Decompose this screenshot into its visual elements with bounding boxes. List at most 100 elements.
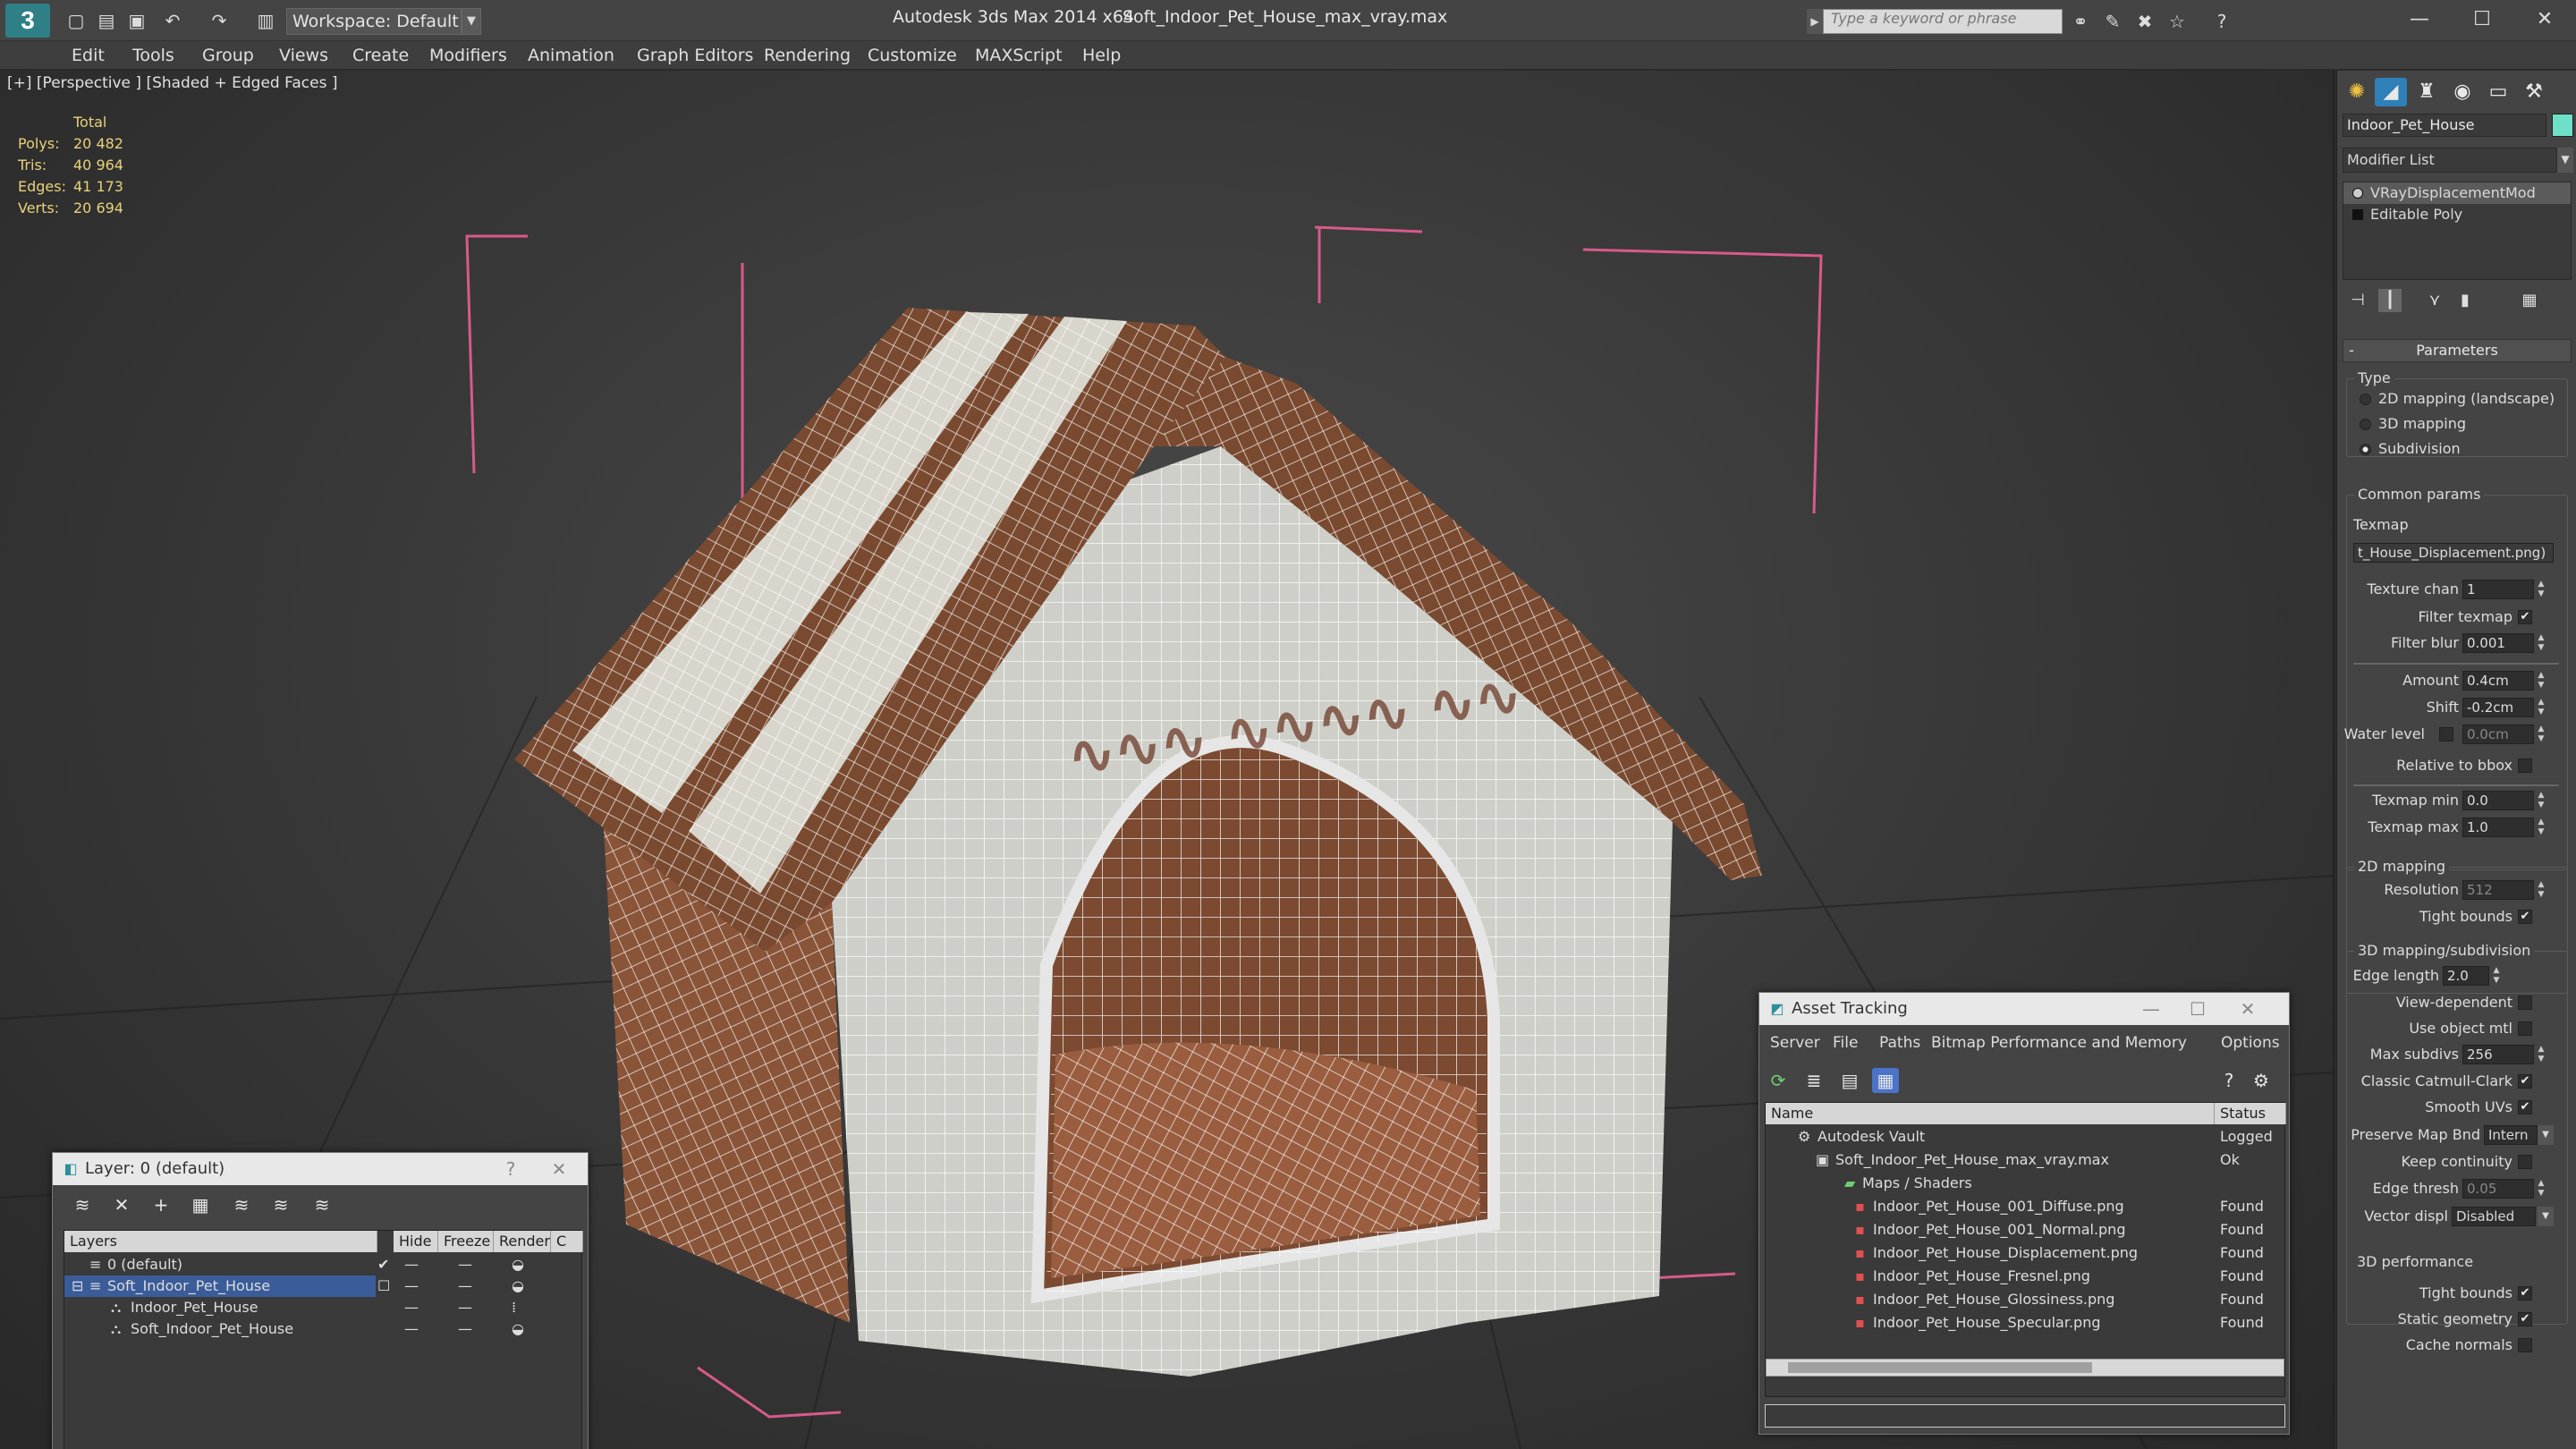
- chevron-down-icon[interactable]: ▼: [2538, 1125, 2554, 1145]
- asset-path-field[interactable]: [1765, 1404, 2285, 1428]
- create-layer-icon[interactable]: ≋: [69, 1192, 96, 1217]
- table-row[interactable]: ⛬ Soft_Indoor_Pet_House — — ◒: [64, 1318, 583, 1340]
- hide-toggle[interactable]: —: [404, 1275, 419, 1297]
- column-freeze[interactable]: Freeze: [438, 1231, 494, 1252]
- binoculars-icon[interactable]: ⚭: [2068, 9, 2093, 34]
- chevron-down-icon[interactable]: ▼: [462, 8, 481, 35]
- save-file-icon[interactable]: ▣: [125, 9, 148, 32]
- table-row[interactable]: ▪ Indoor_Pet_House_001_Diffuse.png Found: [1766, 1196, 2286, 1217]
- hide-toggle[interactable]: —: [404, 1318, 419, 1340]
- use-object-mtl-checkbox[interactable]: [2518, 1021, 2532, 1036]
- checkmark-icon[interactable]: ✔: [377, 1254, 389, 1275]
- menu-views[interactable]: Views: [279, 43, 328, 68]
- workspace-dropdown[interactable]: Workspace: Default: [286, 8, 462, 35]
- refresh-icon[interactable]: ⟳: [1765, 1068, 1792, 1093]
- menu-rendering[interactable]: Rendering: [764, 43, 851, 68]
- make-unique-icon[interactable]: ⋎: [2423, 289, 2446, 312]
- freeze-all-icon[interactable]: ≋: [309, 1192, 335, 1217]
- table-row[interactable]: ▪ Indoor_Pet_House_Glossiness.png Found: [1766, 1289, 2286, 1310]
- table-row[interactable]: ⊟ ≡ Soft_Indoor_Pet_House: [64, 1275, 376, 1297]
- stack-item-vray-displacement[interactable]: VRayDisplacementMod: [2343, 182, 2571, 204]
- cache-normals-checkbox[interactable]: [2518, 1338, 2532, 1352]
- hide-all-icon[interactable]: ≋: [267, 1192, 294, 1217]
- table-row[interactable]: ▪ Indoor_Pet_House_001_Normal.png Found: [1766, 1219, 2286, 1241]
- spinner-icon[interactable]: ▲ ▼: [2536, 1045, 2546, 1064]
- column-layers[interactable]: Layers: [64, 1231, 377, 1252]
- menu-options[interactable]: Options: [2221, 1034, 2280, 1052]
- collapse-icon[interactable]: ⊟: [72, 1275, 83, 1297]
- menu-server[interactable]: Server: [1770, 1034, 1820, 1052]
- display-tab-icon[interactable]: ▭: [2482, 78, 2514, 106]
- table-row[interactable]: ⛬ Indoor_Pet_House — — ⁞: [64, 1297, 583, 1318]
- project-folder-icon[interactable]: ▥: [254, 9, 277, 32]
- edge-thresh-input[interactable]: 0.05: [2462, 1179, 2534, 1199]
- perf-tight-bounds-checkbox[interactable]: ✔: [2518, 1286, 2532, 1301]
- freeze-toggle[interactable]: —: [458, 1318, 472, 1340]
- close-icon[interactable]: ✕: [543, 1153, 575, 1185]
- app-logo-button[interactable]: 3: [5, 4, 50, 38]
- texmap-min-input[interactable]: 0.0: [2462, 791, 2534, 810]
- menu-customize[interactable]: Customize: [868, 43, 957, 68]
- hide-toggle[interactable]: —: [404, 1254, 419, 1275]
- teapot-icon[interactable]: ◒: [512, 1318, 524, 1340]
- freeze-toggle[interactable]: —: [458, 1297, 472, 1318]
- filter-texmap-checkbox[interactable]: ✔: [2518, 610, 2532, 624]
- menu-graph-editors[interactable]: Graph Editors: [637, 43, 753, 68]
- redo-icon[interactable]: ↷: [208, 9, 231, 32]
- render-dots-icon[interactable]: ⁞: [512, 1297, 516, 1318]
- radio-2d-mapping[interactable]: 2D mapping (landscape): [2360, 390, 2555, 407]
- water-level-input[interactable]: 0.0cm: [2462, 724, 2534, 744]
- menu-group[interactable]: Group: [202, 43, 254, 68]
- radio-3d-mapping[interactable]: 3D mapping: [2360, 415, 2466, 432]
- freeze-toggle[interactable]: —: [458, 1254, 472, 1275]
- table-view-icon[interactable]: ▦: [1872, 1068, 1899, 1093]
- menu-help[interactable]: Help: [1082, 43, 1121, 68]
- modify-tab-icon[interactable]: ◢: [2375, 78, 2407, 106]
- horizontal-scrollbar[interactable]: [1766, 1359, 2284, 1377]
- relative-bbox-checkbox[interactable]: [2518, 758, 2532, 773]
- hide-toggle[interactable]: —: [404, 1297, 419, 1318]
- tree-view-icon[interactable]: ▤: [1836, 1068, 1863, 1093]
- table-row[interactable]: ▪ Indoor_Pet_House_Fresnel.png Found: [1766, 1266, 2286, 1287]
- classic-cc-checkbox[interactable]: ✔: [2518, 1074, 2532, 1089]
- parameters-rollout[interactable]: - Parameters: [2343, 339, 2572, 362]
- modifier-list-dropdown[interactable]: Modifier List: [2343, 148, 2557, 173]
- menu-edit[interactable]: Edit: [72, 43, 105, 68]
- spinner-icon[interactable]: ▲ ▼: [2536, 791, 2546, 810]
- help-icon[interactable]: ?: [2209, 9, 2234, 34]
- menu-bitmap-performance[interactable]: Bitmap Performance and Memory: [1931, 1034, 2187, 1052]
- max-subdivs-input[interactable]: 256: [2462, 1045, 2534, 1064]
- menu-modifiers[interactable]: Modifiers: [429, 43, 507, 68]
- column-render[interactable]: Render: [494, 1231, 551, 1252]
- menu-maxscript[interactable]: MAXScript: [975, 43, 1063, 68]
- highlight-layer-icon[interactable]: ≋: [228, 1192, 255, 1217]
- texture-chan-input[interactable]: 1: [2462, 580, 2534, 599]
- table-row[interactable]: ▣ Soft_Indoor_Pet_House_max_vray.max Ok: [1766, 1149, 2286, 1171]
- column-color[interactable]: C: [551, 1231, 583, 1252]
- stack-item-editable-poly[interactable]: Editable Poly: [2343, 204, 2571, 225]
- table-row[interactable]: ▰ Maps / Shaders: [1766, 1173, 2286, 1194]
- object-name-field[interactable]: Indoor_Pet_House: [2343, 114, 2546, 137]
- table-row[interactable]: ▪ Indoor_Pet_House_Displacement.png Foun…: [1766, 1242, 2286, 1264]
- favorites-star-icon[interactable]: ☆: [2165, 9, 2190, 34]
- menu-paths[interactable]: Paths: [1879, 1034, 1920, 1052]
- menu-create[interactable]: Create: [352, 43, 409, 68]
- close-icon[interactable]: ✕: [2232, 993, 2264, 1025]
- list-view-icon[interactable]: ≣: [1801, 1068, 1827, 1093]
- spinner-icon[interactable]: ▲ ▼: [2536, 671, 2546, 691]
- column-name[interactable]: Name: [1766, 1103, 2215, 1124]
- undo-icon[interactable]: ↶: [161, 9, 184, 32]
- teapot-icon[interactable]: ◒: [512, 1254, 524, 1275]
- configure-sets-icon[interactable]: ▦: [2518, 289, 2541, 312]
- minimize-button[interactable]: —: [2397, 4, 2442, 36]
- table-row[interactable]: ⚙ Autodesk Vault Logged: [1766, 1126, 2286, 1148]
- column-hide[interactable]: Hide: [394, 1231, 438, 1252]
- search-expand-icon[interactable]: ▶: [1807, 9, 1823, 34]
- shift-input[interactable]: -0.2cm: [2462, 698, 2534, 717]
- spinner-icon[interactable]: ▲ ▼: [2536, 1179, 2546, 1199]
- keep-continuity-checkbox[interactable]: [2518, 1155, 2532, 1169]
- spinner-icon[interactable]: ▲ ▼: [2536, 698, 2546, 717]
- radio-subdivision[interactable]: Subdivision: [2360, 440, 2461, 457]
- spinner-icon[interactable]: ▲ ▼: [2536, 580, 2546, 599]
- spinner-icon[interactable]: ▲ ▼: [2536, 724, 2546, 744]
